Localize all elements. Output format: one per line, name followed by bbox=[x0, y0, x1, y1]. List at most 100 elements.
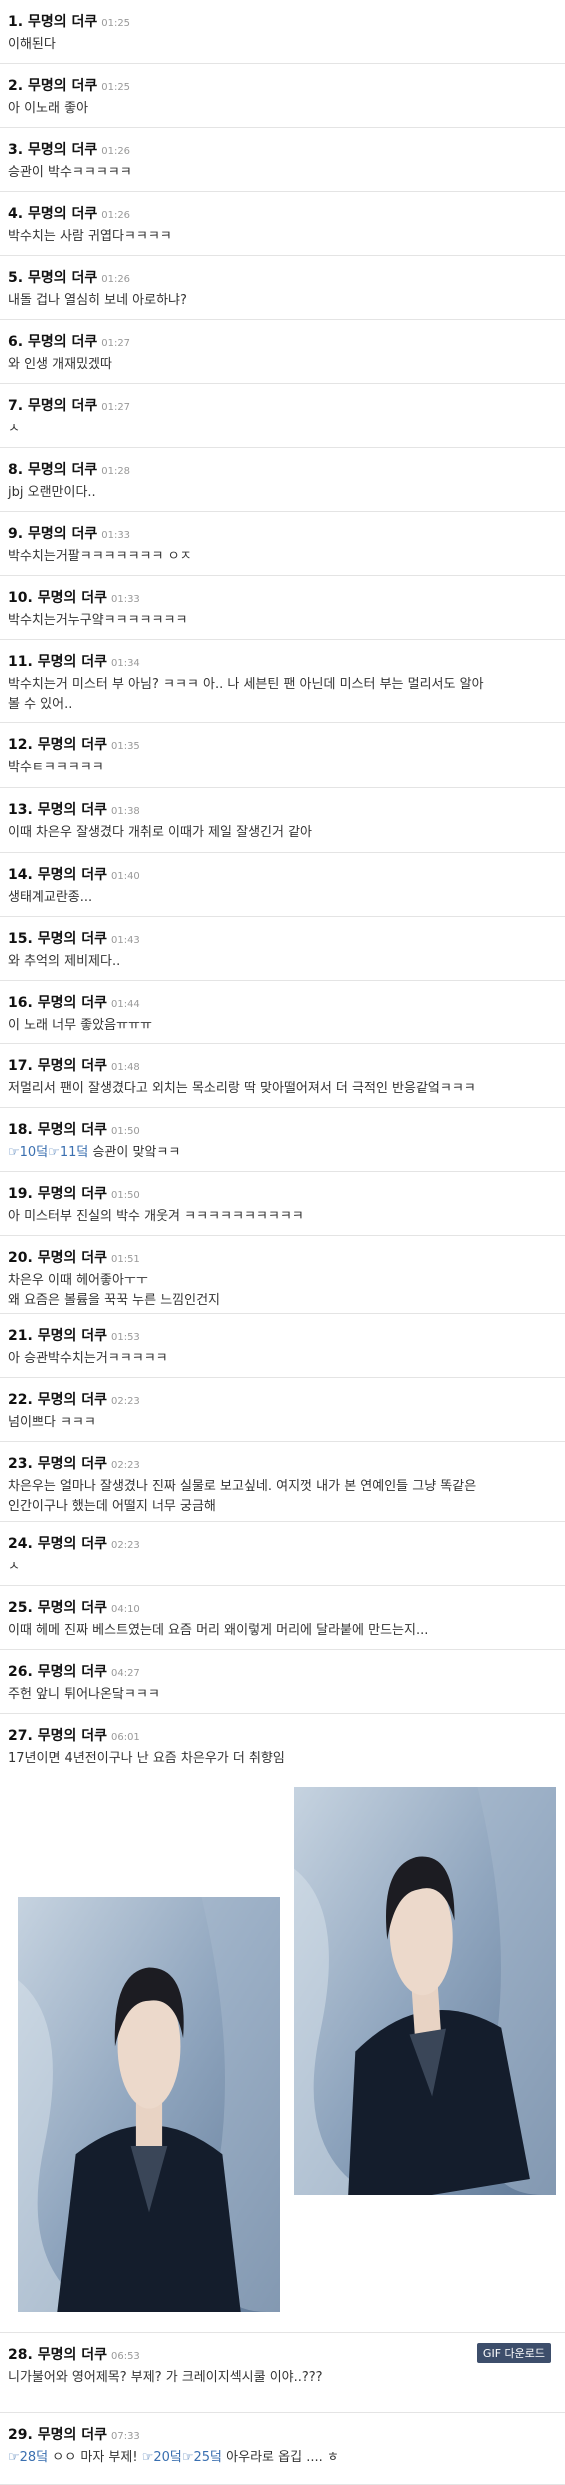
comment-header: 10. 무명의 더쿠 01:33 bbox=[8, 588, 557, 606]
comment-number: 15. bbox=[8, 931, 38, 947]
comment-body: 니가불어와 영어제목? 부제? 가 크레이지섹시쿨 이야..??? bbox=[8, 2370, 323, 2385]
comment-author[interactable]: 무명의 더쿠 bbox=[38, 654, 107, 670]
comment-header: 8. 무명의 더쿠 01:28 bbox=[8, 460, 557, 478]
comment-body: 박수치는 사람 귀엽다ㅋㅋㅋㅋ bbox=[8, 229, 172, 244]
comment-author[interactable]: 무명의 더쿠 bbox=[28, 78, 97, 94]
comment-author[interactable]: 무명의 더쿠 bbox=[38, 995, 107, 1011]
comment-number: 20. bbox=[8, 1250, 38, 1266]
comment-header: 26. 무명의 더쿠 04:27 bbox=[8, 1662, 557, 1680]
comment-item: 23. 무명의 더쿠 02:23 차은우는 얼마나 잘생겼나 진짜 실물로 보고싶네… bbox=[0, 1442, 565, 1522]
comment-time: 01:44 bbox=[110, 999, 140, 1010]
comment-number: 9. bbox=[8, 526, 28, 542]
comment-item: 19. 무명의 더쿠 01:50 아 미스터부 진실의 박수 개웃겨 ㅋㅋㅋㅋㅋㅋㅋ… bbox=[0, 1172, 565, 1236]
comment-author[interactable]: 무명의 더쿠 bbox=[38, 1456, 107, 1472]
comment-header: 16. 무명의 더쿠 01:44 bbox=[8, 993, 557, 1011]
comment-author[interactable]: 무명의 더쿠 bbox=[38, 2347, 107, 2363]
comment-number: 23. bbox=[8, 1456, 38, 1472]
comment-body: 와 인생 개재밌겠따 bbox=[8, 357, 112, 372]
comment-body: 박수치는거 미스터 부 아님? ㅋㅋㅋ 아.. 나 세븐틴 팬 아닌데 미스터 … bbox=[8, 677, 484, 712]
reply-reference-link[interactable]: ☞20덬 bbox=[142, 2450, 182, 2465]
comment-time: 02:23 bbox=[110, 1540, 140, 1551]
comment-author[interactable]: 무명의 더쿠 bbox=[38, 1122, 107, 1138]
comment-number: 11. bbox=[8, 654, 38, 670]
comment-item: 2. 무명의 더쿠 01:25 아 이노래 좋아 bbox=[0, 64, 565, 128]
comment-number: 24. bbox=[8, 1536, 38, 1552]
comment-header: 14. 무명의 더쿠 01:40 bbox=[8, 865, 557, 883]
reply-reference-link[interactable]: ☞10덬 bbox=[8, 1145, 48, 1160]
comment-number: 22. bbox=[8, 1392, 38, 1408]
comment-number: 6. bbox=[8, 334, 28, 350]
comment-author[interactable]: 무명의 더쿠 bbox=[38, 802, 107, 818]
comment-author[interactable]: 무명의 더쿠 bbox=[38, 1536, 107, 1552]
comment-author[interactable]: 무명의 더쿠 bbox=[38, 737, 107, 753]
comment-number: 2. bbox=[8, 78, 28, 94]
comment-author[interactable]: 무명의 더쿠 bbox=[38, 1728, 107, 1744]
comment-body: 생태계교란종... bbox=[8, 890, 93, 905]
gif-image-left[interactable] bbox=[18, 1897, 280, 2312]
comment-header: 5. 무명의 더쿠 01:26 bbox=[8, 268, 557, 286]
comment-body: 이 노래 너무 좋았음ㅠㅠㅠ bbox=[8, 1018, 152, 1033]
comment-item: 28. 무명의 더쿠 06:53 니가불어와 영어제목? 부제? 가 크레이지섹시쿨… bbox=[0, 2333, 565, 2413]
comment-number: 27. bbox=[8, 1728, 38, 1744]
comment-author[interactable]: 무명의 더쿠 bbox=[28, 270, 97, 286]
comment-body: 아 이노래 좋아 bbox=[8, 101, 89, 116]
comment-header: 7. 무명의 더쿠 01:27 bbox=[8, 396, 557, 414]
comment-author[interactable]: 무명의 더쿠 bbox=[38, 1250, 107, 1266]
comment-item: 14. 무명의 더쿠 01:40 생태계교란종... bbox=[0, 853, 565, 917]
comment-header: 18. 무명의 더쿠 01:50 bbox=[8, 1120, 557, 1138]
comment-author[interactable]: 무명의 더쿠 bbox=[38, 1186, 107, 1202]
comment-author[interactable]: 무명의 더쿠 bbox=[28, 142, 97, 158]
comment-author[interactable]: 무명의 더쿠 bbox=[28, 526, 97, 542]
comment-number: 14. bbox=[8, 867, 38, 883]
comment-header: 23. 무명의 더쿠 02:23 bbox=[8, 1454, 557, 1472]
reply-reference-link[interactable]: ☞28덬 bbox=[8, 2450, 48, 2465]
comment-header: 2. 무명의 더쿠 01:25 bbox=[8, 76, 557, 94]
comment-number: 28. bbox=[8, 2347, 38, 2363]
comment-author[interactable]: 무명의 더쿠 bbox=[38, 1328, 107, 1344]
comment-body: jbj 오랜만이다.. bbox=[8, 485, 96, 500]
comment-author[interactable]: 무명의 더쿠 bbox=[28, 14, 97, 30]
comment-author[interactable]: 무명의 더쿠 bbox=[38, 590, 107, 606]
comment-body: 이해된다 bbox=[8, 37, 56, 52]
comment-time: 01:33 bbox=[101, 530, 131, 541]
comment-item: 26. 무명의 더쿠 04:27 주헌 앞니 튀어나온닼ㅋㅋㅋ bbox=[0, 1650, 565, 1714]
comment-number: 13. bbox=[8, 802, 38, 818]
comment-body: 박수치는거팔ㅋㅋㅋㅋㅋㅋㅋ ㅇㅈ bbox=[8, 549, 192, 564]
comment-time: 06:53 bbox=[110, 2351, 140, 2362]
comment-author[interactable]: 무명의 더쿠 bbox=[38, 1600, 107, 1616]
reply-reference-link[interactable]: ☞25덬 bbox=[182, 2450, 222, 2465]
comment-number: 10. bbox=[8, 590, 38, 606]
comment-time: 01:48 bbox=[110, 1062, 140, 1073]
comment-author[interactable]: 무명의 더쿠 bbox=[38, 1392, 107, 1408]
comment-item: 21. 무명의 더쿠 01:53 아 승관박수치는거ㅋㅋㅋㅋㅋ bbox=[0, 1314, 565, 1378]
comment-time: 01:51 bbox=[110, 1254, 140, 1265]
comment-author[interactable]: 무명의 더쿠 bbox=[38, 931, 107, 947]
comment-body: 넘이쁘다 ㅋㅋㅋ bbox=[8, 1415, 96, 1430]
comment-author[interactable]: 무명의 더쿠 bbox=[38, 1664, 107, 1680]
comment-item: 17. 무명의 더쿠 01:48 저멀리서 팬이 잘생겼다고 외치는 목소리랑 딱 … bbox=[0, 1044, 565, 1108]
comment-author[interactable]: 무명의 더쿠 bbox=[38, 2427, 107, 2443]
comment-gif-area: GIF 다운로드 bbox=[8, 1777, 557, 2367]
comment-item: 9. 무명의 더쿠 01:33 박수치는거팔ㅋㅋㅋㅋㅋㅋㅋ ㅇㅈ bbox=[0, 512, 565, 576]
comment-number: 1. bbox=[8, 14, 28, 30]
comment-item: 13. 무명의 더쿠 01:38 이때 차은우 잘생겼다 개취로 이때가 제일 잘생… bbox=[0, 788, 565, 853]
reply-reference-link[interactable]: ☞11덬 bbox=[48, 1145, 88, 1160]
comment-author[interactable]: 무명의 더쿠 bbox=[28, 206, 97, 222]
comment-author[interactable]: 무명의 더쿠 bbox=[38, 1058, 107, 1074]
comment-header: 12. 무명의 더쿠 01:35 bbox=[8, 735, 557, 753]
comment-body: 저멀리서 팬이 잘생겼다고 외치는 목소리랑 딱 맞아떨어져서 더 극적인 반응… bbox=[8, 1081, 476, 1096]
comment-time: 01:25 bbox=[101, 82, 131, 93]
comment-author[interactable]: 무명의 더쿠 bbox=[38, 867, 107, 883]
comment-time: 01:34 bbox=[110, 658, 140, 669]
comment-body: 박수ㅌㅋㅋㅋㅋㅋ bbox=[8, 760, 104, 775]
comment-author[interactable]: 무명의 더쿠 bbox=[28, 334, 97, 350]
comment-item: 27. 무명의 더쿠 06:01 17년이면 4년전이구나 난 요즘 차은우가 더 … bbox=[0, 1714, 565, 2363]
comment-time: 01:40 bbox=[110, 871, 140, 882]
gif-image-right[interactable] bbox=[294, 1787, 556, 2195]
comment-number: 7. bbox=[8, 398, 28, 414]
comment-body: 와 추억의 제비제다.. bbox=[8, 954, 121, 969]
comment-author[interactable]: 무명의 더쿠 bbox=[28, 462, 97, 478]
comment-time: 01:26 bbox=[101, 146, 131, 157]
comment-author[interactable]: 무명의 더쿠 bbox=[28, 398, 97, 414]
comment-body: 차은우 이때 헤어좋아ㅜㅜ 왜 요즘은 볼륨을 꾹꾹 누른 느낌인건지 bbox=[8, 1273, 221, 1308]
